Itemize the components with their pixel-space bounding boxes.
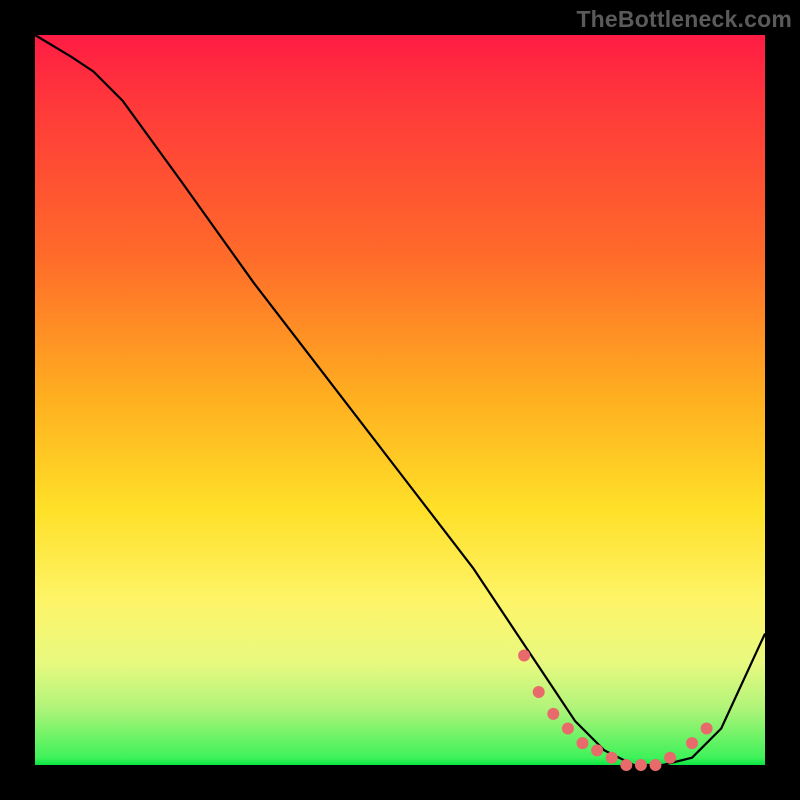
floor-dot (518, 650, 530, 662)
floor-dot (701, 723, 713, 735)
floor-dot (547, 708, 559, 720)
floor-dot (533, 686, 545, 698)
plot-area (35, 35, 765, 765)
bottleneck-curve (35, 35, 765, 765)
floor-dot (635, 759, 647, 771)
floor-dot (606, 752, 618, 764)
floor-dot (591, 744, 603, 756)
floor-dot (620, 759, 632, 771)
watermark-text: TheBottleneck.com (576, 6, 792, 33)
floor-dots-group (518, 650, 713, 772)
floor-dot (562, 723, 574, 735)
floor-dot (664, 752, 676, 764)
floor-dot (650, 759, 662, 771)
chart-container: TheBottleneck.com (0, 0, 800, 800)
floor-dot (577, 737, 589, 749)
floor-dot (686, 737, 698, 749)
curve-svg (35, 35, 765, 765)
